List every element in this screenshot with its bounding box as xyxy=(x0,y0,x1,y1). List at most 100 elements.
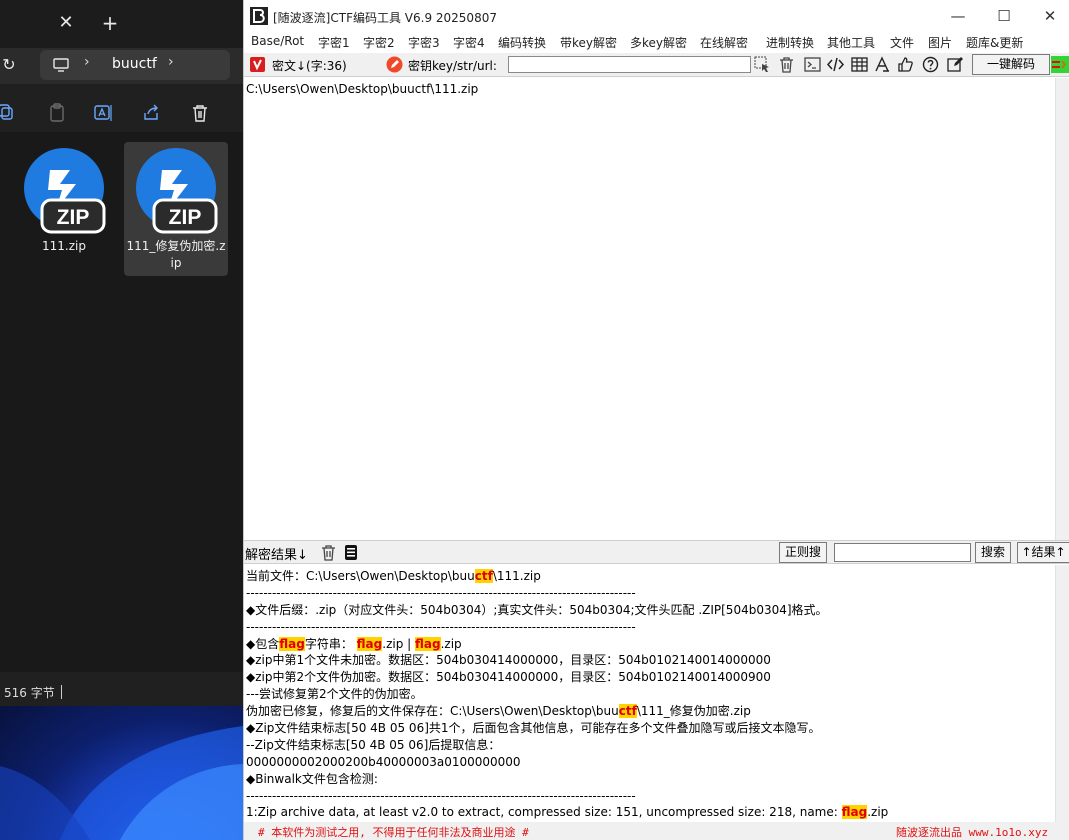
edit-icon[interactable] xyxy=(947,56,964,73)
key-edit-icon[interactable] xyxy=(386,56,403,73)
result-text: 伪加密已修复，修复后的文件保存在：C:\Users\Owen\Desktop\b… xyxy=(246,704,619,719)
tab-close-button[interactable]: ✕ xyxy=(56,11,76,35)
keyword-highlight: flag xyxy=(841,805,868,820)
pointer-icon[interactable] xyxy=(754,56,771,73)
result-text: 字符串： xyxy=(304,636,357,651)
paste-icon[interactable] xyxy=(46,102,68,124)
menu-image[interactable]: 图片 xyxy=(928,34,952,51)
result-text: ----------------------------------------… xyxy=(246,788,636,803)
search-button[interactable]: 搜索 xyxy=(975,542,1011,563)
menu-zimi3[interactable]: 字密3 xyxy=(408,34,440,51)
keyword-highlight: ctf xyxy=(618,704,637,719)
import-icon[interactable] xyxy=(249,56,266,73)
result-line: ◆Zip文件结束标志[50 4B 05 06]共1个，后面包含其他信息，可能存在… xyxy=(246,720,888,737)
thumbs-up-icon[interactable] xyxy=(897,56,914,73)
result-lines: 当前文件：C:\Users\Owen\Desktop\buuctf\111.zi… xyxy=(246,568,888,821)
title-bar: [随波逐流]CTF编码工具 V6.9 20250807 — ☐ ✕ xyxy=(244,0,1069,32)
delete-icon[interactable] xyxy=(189,102,211,124)
extra-tool-icon[interactable] xyxy=(1051,56,1069,73)
copy-icon[interactable] xyxy=(0,102,18,124)
result-line: 当前文件：C:\Users\Owen\Desktop\buuctf\111.zi… xyxy=(246,568,888,585)
table-icon[interactable] xyxy=(851,56,868,73)
help-icon[interactable] xyxy=(922,56,939,73)
rename-icon[interactable] xyxy=(92,102,114,124)
result-line: ◆包含flag字符串： flag.zip | flag.zip xyxy=(246,636,888,653)
result-output[interactable]: 当前文件：C:\Users\Owen\Desktop\buuctf\111.zi… xyxy=(244,565,1056,822)
result-line: ----------------------------------------… xyxy=(246,585,888,602)
result-text: ◆zip中第1个文件未加密。数据区：504b030414000000，目录区：5… xyxy=(246,653,771,668)
result-line: 伪加密已修复，修复后的文件保存在：C:\Users\Owen\Desktop\b… xyxy=(246,703,888,720)
zip-archive-icon: ZIP xyxy=(136,148,218,234)
trash-icon[interactable] xyxy=(778,56,795,73)
desktop-wallpaper xyxy=(0,706,243,840)
result-label: 解密结果↓ xyxy=(245,548,308,563)
address-box[interactable]: › buuctf › xyxy=(40,50,230,80)
svg-text:ZIP: ZIP xyxy=(169,206,202,229)
result-text: .zip xyxy=(440,636,462,651)
keyword-highlight: ctf xyxy=(474,569,493,583)
window-title: [随波逐流]CTF编码工具 V6.9 20250807 xyxy=(273,11,497,25)
search-input[interactable] xyxy=(834,543,971,562)
close-button[interactable]: ✕ xyxy=(1030,4,1069,28)
menu-base-convert[interactable]: 进制转换 xyxy=(766,34,814,51)
input-scrollbar[interactable] xyxy=(1055,78,1069,540)
one-click-decode-button[interactable]: 一键解码 xyxy=(972,54,1050,75)
maximize-button[interactable]: ☐ xyxy=(984,4,1024,28)
result-text: ◆文件后缀：.zip（对应文件头：504b0304）;真实文件头：504b030… xyxy=(246,602,828,617)
result-text: ---尝试修复第2个文件的伪加密。 xyxy=(246,687,423,702)
output-scrollbar[interactable] xyxy=(1055,565,1069,822)
result-line: ◆zip中第1个文件未加密。数据区：504b030414000000，目录区：5… xyxy=(246,652,888,669)
result-text: \111_修复伪加密.zip xyxy=(636,704,751,719)
disclaimer-text: # 本软件为测试之用, 不得用于任何非法及商业用途 # xyxy=(258,826,529,839)
result-text: ----------------------------------------… xyxy=(246,619,636,634)
new-tab-button[interactable]: + xyxy=(100,11,120,35)
file-item[interactable]: ZIP 111.zip xyxy=(12,142,116,276)
font-icon[interactable] xyxy=(874,56,891,73)
result-text: --Zip文件结束标志[50 4B 05 06]后提取信息： xyxy=(246,737,501,752)
clear-result-icon[interactable] xyxy=(320,544,337,561)
result-text: 1:Zip archive data, at least v2.0 to ext… xyxy=(246,805,842,820)
minimize-button[interactable]: — xyxy=(938,4,978,28)
result-line: ◆zip中第2个文件伪加密。数据区：504b030414000000，目录区：5… xyxy=(246,669,888,686)
ciphertext-value[interactable]: C:\Users\Owen\Desktop\buuctf\111.zip xyxy=(246,82,478,96)
result-line: ◆Binwalk文件包含检测: xyxy=(246,771,888,788)
result-text: .zip | xyxy=(382,636,415,651)
wallpaper-bloom xyxy=(0,726,243,840)
file-explorer-window: ✕ + ↻ › buuctf › ZIP 111.zip ZIP 111_修复伪… xyxy=(0,0,243,706)
code-icon[interactable] xyxy=(827,56,844,73)
menu-zimi4[interactable]: 字密4 xyxy=(453,34,485,51)
result-line: ---尝试修复第2个文件的伪加密。 xyxy=(246,686,888,703)
zip-archive-icon: ZIP xyxy=(24,148,106,234)
menu-zimi1[interactable]: 字密1 xyxy=(318,34,350,51)
menu-key-decrypt[interactable]: 带key解密 xyxy=(560,34,617,51)
menu-zimi2[interactable]: 字密2 xyxy=(363,34,395,51)
menu-question-bank[interactable]: 题库&更新 xyxy=(966,34,1023,51)
ciphertext-input[interactable]: C:\Users\Owen\Desktop\buuctf\111.zip xyxy=(244,78,1069,540)
copy-result-icon[interactable] xyxy=(342,544,359,561)
menu-encoding[interactable]: 编码转换 xyxy=(498,34,546,51)
app-logo-icon xyxy=(250,7,268,25)
toolbar: 密文↓(字:36) 密钥key/str/url: 一键解码 xyxy=(244,53,1069,77)
menu-other-tools[interactable]: 其他工具 xyxy=(827,34,875,51)
breadcrumb-chevron-icon[interactable]: › xyxy=(168,54,174,70)
menu-base-rot[interactable]: Base/Rot xyxy=(251,34,304,48)
menu-file[interactable]: 文件 xyxy=(890,34,914,51)
result-text: ◆Zip文件结束标志[50 4B 05 06]共1个，后面包含其他信息，可能存在… xyxy=(246,721,821,736)
author-credit[interactable]: 随波逐流出品 www.1o1o.xyz xyxy=(896,824,1048,840)
result-up-button[interactable]: ↑结果↑ xyxy=(1017,542,1069,563)
share-icon[interactable] xyxy=(141,102,163,124)
breadcrumb-folder[interactable]: buuctf xyxy=(112,56,157,72)
file-name: 111.zip xyxy=(42,239,86,253)
result-line: 1:Zip archive data, at least v2.0 to ext… xyxy=(246,804,888,821)
result-text: ----------------------------------------… xyxy=(246,585,636,600)
file-item-selected[interactable]: ZIP 111_修复伪加密.zip xyxy=(124,142,228,276)
result-bar: 解密结果↓ 正则搜 搜索 ↑结果↑ xyxy=(244,540,1069,564)
menu-online-decrypt[interactable]: 在线解密 xyxy=(700,34,748,51)
refresh-icon[interactable]: ↻ xyxy=(0,54,18,76)
file-list: ZIP 111.zip ZIP 111_修复伪加密.zip xyxy=(0,132,243,672)
regex-search-button[interactable]: 正则搜 xyxy=(779,542,827,563)
result-text: \111.zip xyxy=(492,569,541,583)
key-input[interactable] xyxy=(508,56,751,73)
terminal-icon[interactable] xyxy=(804,56,821,73)
menu-multikey-decrypt[interactable]: 多key解密 xyxy=(630,34,687,51)
